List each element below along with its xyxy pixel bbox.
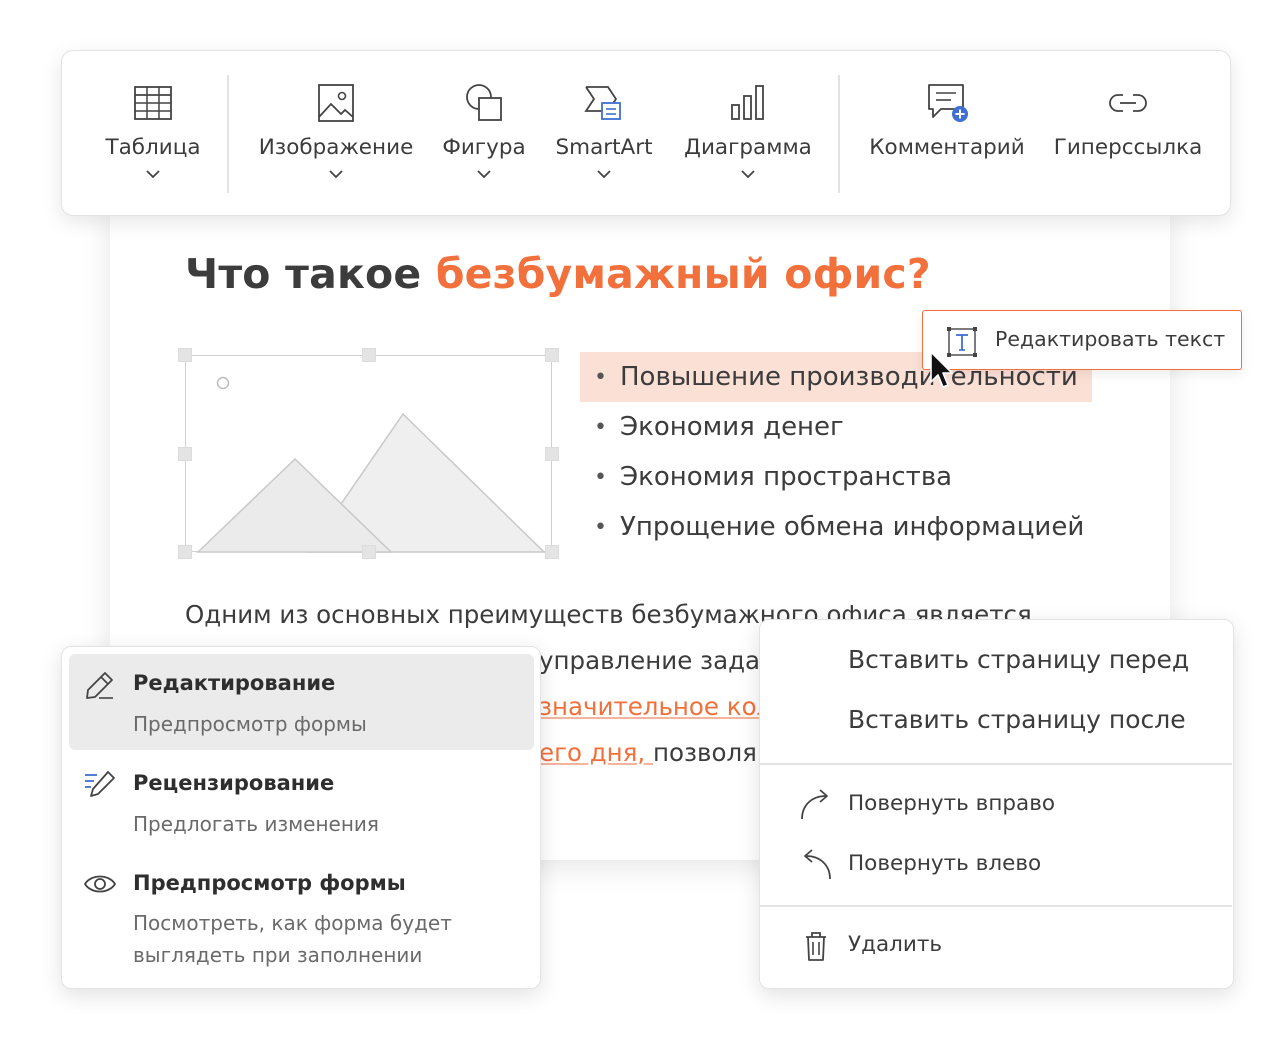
mode-title: Редактирование	[133, 671, 336, 695]
resize-handle-top-right[interactable]	[545, 348, 559, 362]
toolbar-separator	[838, 75, 840, 193]
trash-icon	[806, 932, 826, 961]
rotate-left-icon	[804, 849, 831, 880]
toolbar-label: Комментарий	[869, 135, 1025, 160]
resize-handle-top[interactable]	[362, 348, 376, 362]
resize-handle-bottom-left[interactable]	[178, 545, 192, 559]
mode-review-item[interactable]: Рецензирование Предлогать изменения	[69, 754, 534, 850]
menu-item-label: Вставить страницу перед	[848, 645, 1190, 674]
resize-handle-bottom-right[interactable]	[545, 545, 559, 559]
bullet-dot: •	[594, 514, 607, 540]
edit-text-tooltip[interactable]: Редактировать текст	[922, 310, 1242, 370]
rotate-right-icon	[801, 789, 828, 820]
chart-icon	[731, 85, 764, 120]
menu-item-label: Вставить страницу после	[848, 705, 1186, 734]
toolbar-label: Гиперссылка	[1053, 135, 1203, 160]
toolbar-label: Фигура	[442, 135, 526, 160]
toolbar-label: SmartArt	[555, 135, 653, 160]
mouse-cursor-icon	[930, 351, 953, 388]
bullet-item[interactable]: • Экономия пространства	[580, 452, 1100, 502]
toolbar-hyperlink-button[interactable]: Гиперссылка	[1046, 51, 1210, 217]
mode-subtitle: Предпросмотр формы	[133, 712, 367, 736]
mode-preview-item[interactable]: Предпросмотр формы Посмотреть, как форма…	[69, 855, 534, 983]
rotate-right-item[interactable]: Повернуть вправо	[760, 776, 1232, 834]
table-icon	[134, 86, 172, 120]
mode-editing-item[interactable]: Редактирование Предпросмотр формы	[69, 654, 534, 750]
page-context-menu: Вставить страницу перед Вставить страниц…	[759, 619, 1234, 989]
bullet-item[interactable]: • Экономия денег	[580, 402, 1100, 452]
bullet-dot: •	[594, 464, 607, 490]
menu-item-label: Повернуть влево	[848, 851, 1042, 876]
resize-handle-right[interactable]	[545, 447, 559, 461]
menu-separator	[760, 905, 1232, 907]
title-prefix: Что такое	[185, 250, 436, 298]
insert-page-before-item[interactable]: Вставить страницу перед	[760, 634, 1232, 692]
insert-page-after-item[interactable]: Вставить страницу после	[760, 694, 1232, 752]
chevron-down-icon	[329, 170, 343, 179]
chevron-down-icon	[741, 170, 755, 179]
editing-mode-menu: Редактирование Предпросмотр формы Реценз…	[61, 646, 541, 989]
body-link[interactable]: его дня,	[539, 738, 653, 767]
resize-handle-left[interactable]	[178, 447, 192, 461]
body-text: позволя	[653, 738, 757, 767]
bullet-item[interactable]: • Упрощение обмена информацией	[580, 502, 1100, 552]
mode-subtitle: Предлогать изменения	[133, 812, 379, 836]
rotate-left-item[interactable]: Повернуть влево	[760, 836, 1232, 894]
delete-page-item[interactable]: Удалить	[760, 917, 1232, 975]
link-icon	[1109, 94, 1147, 112]
bullet-text: Упрощение обмена информацией	[620, 512, 1085, 542]
bullet-dot: •	[594, 414, 607, 440]
image-placeholder[interactable]	[185, 355, 552, 553]
toolbar-image-button[interactable]: Изображение	[252, 51, 420, 217]
menu-item-label: Удалить	[848, 932, 943, 957]
toolbar-label: Таблица	[105, 135, 201, 160]
toolbar-chart-button[interactable]: Диаграмма	[674, 51, 822, 217]
image-icon	[318, 84, 354, 122]
toolbar-separator	[227, 75, 229, 193]
toolbar-comment-button[interactable]: Комментарий	[862, 51, 1032, 217]
image-placeholder-icon	[196, 376, 546, 553]
tooltip-label: Редактировать текст	[995, 327, 1226, 351]
comment-add-icon	[928, 84, 968, 122]
chevron-down-icon	[146, 170, 160, 179]
bullet-text: Экономия пространства	[620, 462, 953, 492]
resize-handle-top-left[interactable]	[178, 348, 192, 362]
bullet-text: Экономия денег	[620, 412, 844, 442]
toolbar-smartart-button[interactable]: SmartArt	[548, 51, 660, 217]
chevron-down-icon	[477, 170, 491, 179]
chevron-down-icon	[597, 170, 611, 179]
pencil-icon	[86, 672, 113, 699]
toolbar-shape-button[interactable]: Фигура	[434, 51, 534, 217]
toolbar-table-button[interactable]: Таблица	[98, 51, 208, 217]
body-link[interactable]: значительное коли	[539, 692, 788, 721]
smartart-icon	[584, 86, 621, 120]
menu-separator	[760, 763, 1232, 765]
menu-item-label: Повернуть вправо	[848, 791, 1056, 816]
shape-icon	[466, 84, 502, 121]
mode-subtitle: Посмотреть, как форма будет выглядеть пр…	[133, 911, 452, 967]
eye-icon	[83, 875, 117, 893]
mode-title: Предпросмотр формы	[133, 871, 406, 895]
insert-toolbar: Таблица Изображение Фигура SmartArt Диаг…	[61, 50, 1231, 216]
resize-handle-bottom[interactable]	[362, 545, 376, 559]
toolbar-label: Диаграмма	[684, 135, 812, 160]
toolbar-label: Изображение	[258, 135, 414, 160]
bullet-dot: •	[594, 364, 607, 390]
review-pen-icon	[85, 771, 115, 797]
document-title[interactable]: Что такое безбумажный офис?	[185, 250, 931, 298]
bullet-list[interactable]: • Повышение производительности • Экономия …	[580, 352, 1100, 552]
title-accent: безбумажный офис?	[435, 250, 931, 298]
mode-title: Рецензирование	[133, 771, 335, 795]
